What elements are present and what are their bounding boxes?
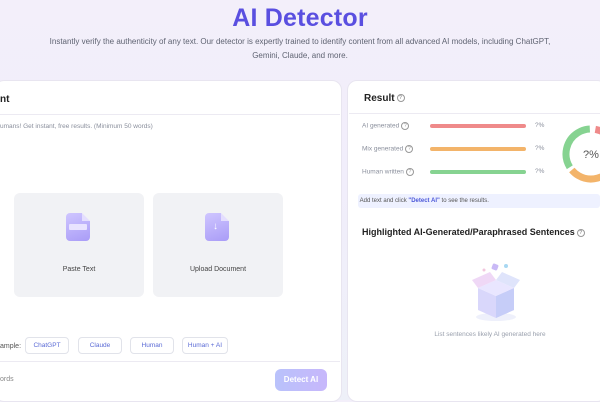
sample-label: ample: xyxy=(0,343,22,350)
human-written-bar xyxy=(430,170,526,174)
human-written-value: ?% xyxy=(535,168,545,175)
mix-generated-label: Mix generated? xyxy=(362,145,414,153)
ai-generated-bar xyxy=(430,124,526,128)
input-panel-title: nt xyxy=(0,94,10,105)
ai-generated-value: ?% xyxy=(535,122,545,129)
input-hint: umans! Get instant, free results. (Minim… xyxy=(0,123,153,130)
help-icon[interactable]: ? xyxy=(401,122,410,130)
empty-box-illustration xyxy=(472,263,520,321)
help-icon[interactable]: ? xyxy=(405,168,414,176)
mix-generated-bar xyxy=(430,147,526,151)
upload-document-label: Upload Document xyxy=(189,266,247,273)
ai-generated-label: AI generated? xyxy=(362,122,410,130)
sample-chip-chatgpt[interactable]: ChatGPT xyxy=(25,337,69,354)
help-icon[interactable]: ? xyxy=(576,228,585,237)
result-donut-chart: ?% xyxy=(562,125,600,183)
paste-text-tile[interactable]: Paste Text xyxy=(14,193,144,297)
highlighted-sentences-title: Highlighted AI-Generated/Paraphrased Sen… xyxy=(362,227,585,237)
page-subtitle: Instantly verify the authenticity of any… xyxy=(49,37,551,60)
upload-document-icon: ↓ xyxy=(205,213,229,241)
word-count: ords xyxy=(0,376,14,383)
input-footer-divider xyxy=(0,361,340,362)
detect-ai-button[interactable]: Detect AI xyxy=(275,369,327,391)
upload-document-tile[interactable]: ↓ Upload Document xyxy=(153,193,283,297)
sample-chip-claude[interactable]: Claude xyxy=(78,337,122,354)
donut-value: ?% xyxy=(583,149,599,161)
human-written-label: Human written? xyxy=(362,168,414,176)
sample-chip-human-ai[interactable]: Human + AI xyxy=(182,337,228,354)
page-title: AI Detector xyxy=(232,4,368,32)
mix-generated-value: ?% xyxy=(535,145,545,152)
empty-state-text: List sentences likely AI generated here xyxy=(434,331,546,338)
paste-text-label: Paste Text xyxy=(62,266,96,273)
detect-ai-link: "Detect AI" xyxy=(408,198,440,204)
sample-chip-human[interactable]: Human xyxy=(130,337,174,354)
result-title: Result? xyxy=(364,93,405,104)
input-panel-divider xyxy=(0,114,340,115)
paste-icon xyxy=(66,213,90,241)
help-icon[interactable]: ? xyxy=(396,94,405,103)
result-notice: Add text and click "Detect AI" to see th… xyxy=(358,194,600,208)
result-divider xyxy=(349,113,600,114)
help-icon[interactable]: ? xyxy=(405,145,414,153)
